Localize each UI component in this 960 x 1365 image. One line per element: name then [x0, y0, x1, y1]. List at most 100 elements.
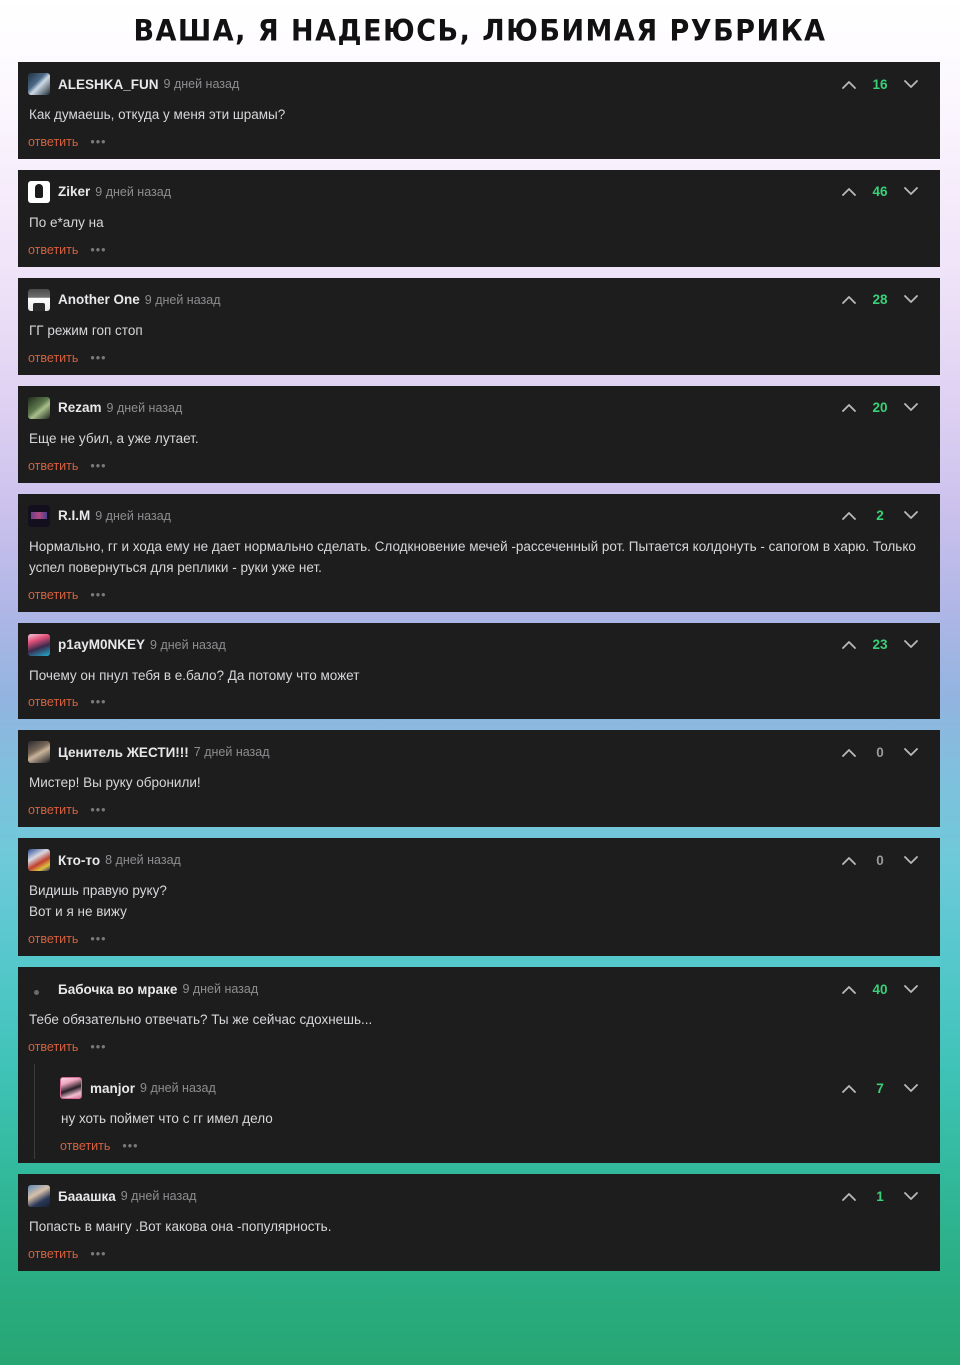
comment-author[interactable]: Another One: [58, 292, 140, 307]
comment-list: ALESHKA_FUN 9 дней назад 16 Как думаешь,…: [0, 62, 960, 1271]
comment-text: Попасть в мангу .Вот какова она -популяр…: [29, 1219, 332, 1235]
comment-timestamp: 9 дней назад: [95, 184, 172, 199]
comment-block: ALESHKA_FUN 9 дней назад 16 Как думаешь,…: [18, 62, 940, 159]
comment-author[interactable]: Rezam: [58, 400, 102, 415]
comment-author[interactable]: Кто-то: [58, 853, 100, 868]
comment-block: Rezam 9 дней назад 20 Еще не убил, а уже…: [18, 385, 940, 483]
reply-button[interactable]: ответить: [60, 1139, 110, 1153]
upvote-button[interactable]: [834, 849, 864, 871]
reply-button[interactable]: ответить: [28, 459, 78, 473]
reply-button[interactable]: ответить: [28, 932, 78, 946]
downvote-button[interactable]: [896, 978, 926, 1000]
avatar: [28, 741, 50, 764]
upvote-button[interactable]: [834, 397, 864, 419]
comment-main: R.I.M 9 дней назад 2 Нормально, гг и ход…: [18, 494, 940, 612]
comment-text: Как думаешь, откуда у меня эти шрамы?: [29, 107, 286, 122]
comment-actions: ответить •••: [28, 1040, 926, 1054]
avatar: [28, 1185, 50, 1208]
upvote-button[interactable]: [834, 1185, 864, 1207]
downvote-button[interactable]: [896, 73, 926, 95]
comment-actions: ответить •••: [28, 695, 926, 709]
comment-author[interactable]: Ценитель ЖЕСТИ!!!: [58, 745, 189, 760]
comment-header: Кто-то 8 дней назад 0: [28, 848, 926, 872]
vote-count: 1: [876, 1188, 884, 1204]
vote-controls: 16: [834, 73, 926, 95]
avatar: [28, 288, 50, 311]
comment-timestamp: 9 дней назад: [182, 982, 259, 997]
upvote-button[interactable]: [834, 634, 864, 656]
vote-controls: 0: [834, 849, 926, 871]
downvote-button[interactable]: [896, 1185, 926, 1207]
reply-button[interactable]: ответить: [28, 803, 78, 817]
vote-count: 7: [876, 1080, 884, 1096]
page-title-bar: ВАША, Я НАДЕЮСЬ, ЛЮБИМАЯ РУБРИКА: [0, 0, 960, 62]
reply-button[interactable]: ответить: [28, 1247, 78, 1261]
vote-count: 28: [872, 292, 888, 308]
more-options-icon[interactable]: •••: [90, 804, 106, 817]
upvote-button[interactable]: [834, 289, 864, 311]
upvote-button[interactable]: [834, 73, 864, 95]
avatar: [60, 1077, 82, 1100]
vote-count: 2: [876, 508, 884, 524]
comment-header: p1ayM0NKEY 9 дней назад 23: [28, 633, 926, 657]
page-title: ВАША, Я НАДЕЮСЬ, ЛЮБИМАЯ РУБРИКА: [133, 14, 827, 48]
upvote-button[interactable]: [834, 741, 864, 763]
downvote-button[interactable]: [896, 505, 926, 527]
avatar: [28, 396, 50, 419]
vote-count: 16: [872, 76, 888, 92]
more-options-icon[interactable]: •••: [90, 244, 106, 257]
comment-header: Ziker 9 дней назад 46: [28, 180, 926, 204]
comment-block: Бабочка во мраке 9 дней назад 40 Тебе об…: [18, 967, 940, 1164]
reply-button[interactable]: ответить: [28, 1040, 78, 1054]
upvote-button[interactable]: [834, 505, 864, 527]
comment-timestamp: 8 дней назад: [105, 853, 181, 868]
comment-text: ну хоть поймет что с гг имел дело: [61, 1111, 273, 1127]
more-options-icon[interactable]: •••: [90, 588, 106, 601]
reply-button[interactable]: ответить: [28, 135, 78, 149]
reply-comment: manjor 9 дней назад 7 ну хоть поймет что…: [48, 1064, 940, 1163]
comment-author[interactable]: p1ayM0NKEY: [58, 637, 145, 652]
comment-author[interactable]: Бааашка: [58, 1189, 116, 1204]
comment-main: Ziker 9 дней назад 46 По е*алу на ответи…: [18, 170, 940, 267]
upvote-button[interactable]: [834, 181, 864, 203]
downvote-button[interactable]: [896, 741, 926, 763]
comment-main: Кто-то 8 дней назад 0 Видишь правую руку…: [18, 838, 940, 956]
vote-count: 23: [872, 637, 888, 653]
comment-main: p1ayM0NKEY 9 дней назад 23 Почему он пну…: [18, 623, 940, 720]
more-options-icon[interactable]: •••: [90, 459, 106, 472]
downvote-button[interactable]: [896, 1077, 926, 1099]
comment-main: Another One 9 дней назад 28 ГГ режим гоп…: [18, 278, 940, 375]
more-options-icon[interactable]: •••: [90, 1248, 106, 1261]
more-options-icon[interactable]: •••: [90, 1041, 106, 1054]
downvote-button[interactable]: [896, 849, 926, 871]
comment-block: R.I.M 9 дней назад 2 Нормально, гг и ход…: [18, 493, 940, 612]
more-options-icon[interactable]: •••: [90, 933, 106, 946]
reply-button[interactable]: ответить: [28, 351, 78, 365]
more-options-icon[interactable]: •••: [122, 1140, 138, 1153]
downvote-button[interactable]: [896, 634, 926, 656]
vote-controls: 40: [834, 978, 926, 1000]
comment-author[interactable]: Бабочка во мраке: [58, 982, 177, 997]
reply-button[interactable]: ответить: [28, 588, 78, 602]
comment-author[interactable]: manjor: [90, 1081, 135, 1096]
downvote-button[interactable]: [896, 289, 926, 311]
reply-button[interactable]: ответить: [28, 695, 78, 709]
more-options-icon[interactable]: •••: [90, 696, 106, 709]
comment-text: По е*алу на: [29, 214, 104, 230]
upvote-button[interactable]: [834, 978, 864, 1000]
comment-timestamp: 9 дней назад: [150, 637, 226, 652]
more-options-icon[interactable]: •••: [90, 136, 106, 149]
comment-author[interactable]: ALESHKA_FUN: [58, 77, 159, 92]
vote-controls: 20: [834, 397, 926, 419]
downvote-button[interactable]: [896, 397, 926, 419]
comment-author[interactable]: Ziker: [58, 184, 90, 199]
comment-author[interactable]: R.I.M: [58, 508, 90, 523]
more-options-icon[interactable]: •••: [90, 352, 106, 365]
upvote-button[interactable]: [834, 1077, 864, 1099]
comment-main: Rezam 9 дней назад 20 Еще не убил, а уже…: [18, 386, 940, 483]
reply-button[interactable]: ответить: [28, 243, 78, 257]
comment-text: Тебе обязательно отвечать? Ты же сейчас …: [29, 1012, 373, 1028]
downvote-button[interactable]: [896, 181, 926, 203]
comment-actions: ответить •••: [28, 135, 926, 149]
avatar: [28, 633, 50, 656]
